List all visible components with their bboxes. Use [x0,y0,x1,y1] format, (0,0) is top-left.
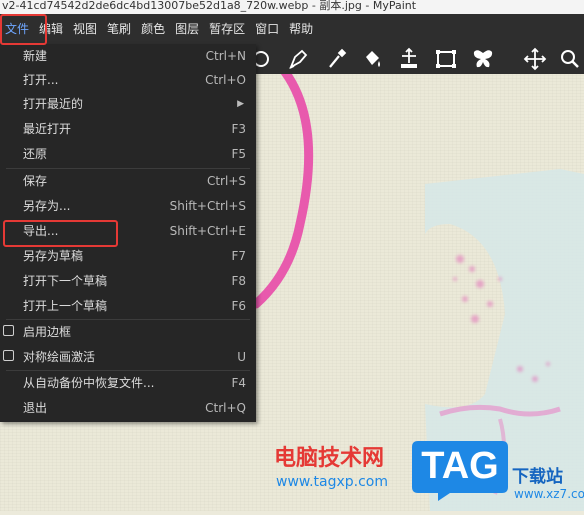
menu-item-open-recent[interactable]: 打开最近的 ▶ [0,92,256,116]
menu-item-label: 最近打开 [23,122,72,136]
menu-window[interactable]: 窗口 [250,14,284,44]
color-picker-icon[interactable] [325,47,349,71]
menu-item-label: 另存为... [23,199,71,213]
menu-color[interactable]: 颜色 [136,14,170,44]
window-title: v2-41cd74542d2de6dc4bd13007be52d1a8_720w… [0,0,584,14]
menu-item-open-prev-scrap[interactable]: 打开上一个草稿 F6 [0,294,256,318]
menu-item-shortcut: Ctrl+S [206,174,246,188]
frame-icon[interactable] [434,47,458,71]
checkbox-icon[interactable] [3,350,14,361]
menu-item-shortcut: Shift+Ctrl+S [169,199,246,213]
menu-help[interactable]: 帮助 [284,14,318,44]
menu-item-shortcut: F8 [231,274,246,288]
menu-scratchpad[interactable]: 暂存区 [204,14,250,44]
highlight-file-menu [0,14,47,45]
menu-item-shortcut: Ctrl+Q [205,401,246,415]
menu-item-recently-opened[interactable]: 最近打开 F3 [0,117,256,141]
menu-item-label: 打开最近的 [23,97,84,111]
menu-item-save[interactable]: 保存 Ctrl+S [0,169,256,193]
menu-item-shortcut: F7 [231,249,246,263]
fill-bucket-icon[interactable] [360,47,384,71]
menu-item-label: 退出 [23,401,48,415]
menu-item-label: 还原 [23,147,48,161]
highlight-export-item [3,220,118,247]
symmetry-icon[interactable] [471,47,495,71]
menu-item-save-as-scrap[interactable]: 另存为草稿 F7 [0,244,256,268]
menu-item-open-next-scrap[interactable]: 打开下一个草稿 F8 [0,269,256,293]
watermark-logo-text: TAG [421,445,499,487]
toolbar [253,44,584,74]
menu-item-shortcut: F4 [231,376,246,390]
menu-item-shortcut: F3 [231,122,246,136]
move-layer-icon[interactable] [397,47,421,71]
watermark-tag-logo: TAG [410,437,510,503]
menu-brush[interactable]: 笔刷 [102,14,136,44]
menu-item-label: 启用边框 [23,325,72,339]
menu-item-save-as[interactable]: 另存为... Shift+Ctrl+S [0,194,256,218]
ink-pen-icon[interactable] [286,47,310,71]
menu-layer[interactable]: 图层 [170,14,204,44]
menu-item-shortcut: U [237,350,246,364]
menu-bar: 文件 编辑 视图 笔刷 颜色 图层 暂存区 窗口 帮助 [0,14,584,44]
submenu-arrow-icon: ▶ [237,99,244,109]
menu-item-quit[interactable]: 退出 Ctrl+Q [0,396,256,420]
checkbox-icon[interactable] [3,325,14,336]
menu-item-shortcut: F5 [231,147,246,161]
watermark-site-url: www.tagxp.com [276,474,388,490]
menu-item-label: 另存为草稿 [23,249,84,263]
menu-item-label: 打开下一个草稿 [23,274,108,288]
menu-item-symmetry-active[interactable]: 对称绘画激活 U [0,345,256,369]
zoom-icon[interactable] [558,47,582,71]
menu-item-label: 保存 [23,174,48,188]
menu-item-enable-frame[interactable]: 启用边框 [0,320,256,344]
menu-item-open[interactable]: 打开... Ctrl+O [0,68,256,92]
menu-item-restore-backup[interactable]: 从自动备份中恢复文件... F4 [0,371,256,395]
menu-item-revert[interactable]: 还原 F5 [0,142,256,166]
pan-icon[interactable] [523,47,547,71]
menu-item-label: 打开... [23,73,59,87]
menu-item-label: 打开上一个草稿 [23,299,108,313]
menu-view[interactable]: 视图 [68,14,102,44]
watermark-right-name: 下载站 [512,467,563,487]
menu-item-shortcut: Ctrl+N [205,49,246,63]
watermark-right-url: www.xz7.com [514,487,584,501]
menu-item-shortcut: F6 [231,299,246,313]
watermark-site-name: 电脑技术网 [274,446,385,471]
menu-item-label: 从自动备份中恢复文件... [23,376,155,390]
menu-item-new[interactable]: 新建 Ctrl+N [0,44,256,68]
menu-item-shortcut: Shift+Ctrl+E [169,224,246,238]
menu-item-label: 对称绘画激活 [23,350,96,364]
menu-item-label: 新建 [23,49,48,63]
menu-item-shortcut: Ctrl+O [205,73,246,87]
